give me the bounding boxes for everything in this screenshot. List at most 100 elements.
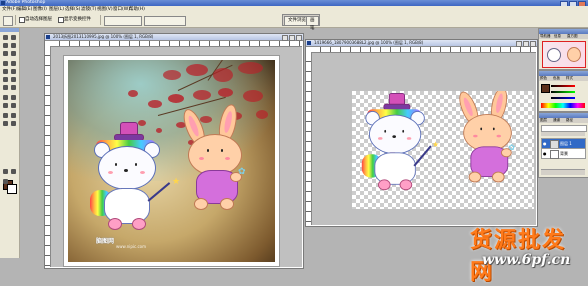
visibility-eye-icon[interactable]: ● [543,141,548,146]
bear-foot [108,218,122,230]
document-1-titlebar[interactable]: 2013拆图2013110995.jpg @ 100% (图层 1, RGB/8… [45,34,303,41]
bunny-eye [207,149,209,152]
notes-tool-icon[interactable] [2,112,9,119]
lock-row [541,132,585,136]
brush-tool-icon[interactable] [10,60,17,67]
navigator-thumbnail[interactable] [542,41,586,68]
color-fg-swatch[interactable] [541,84,550,93]
red-slider[interactable] [551,84,575,88]
menu-view[interactable]: 视图(V) [97,6,113,13]
navigator-panel: 导航器 信息 直方图 [538,28,588,70]
bear-character [88,122,168,232]
document-1-title: 2013拆图2013110995.jpg @ 100% (图层 1, RGB/8… [53,34,154,39]
bunny-cheek [199,157,204,160]
menu-image[interactable]: 图像(I) [33,6,47,13]
blossom [186,64,208,76]
tab-swatches[interactable]: 色板 [553,76,560,81]
type-tool-icon[interactable] [10,94,17,101]
dodge-tool-icon[interactable] [10,84,17,91]
blossom [243,90,263,102]
tab-brushes[interactable]: 画笔 [306,16,319,31]
layer-row[interactable]: ● 背景 [541,148,586,159]
document-window-1[interactable]: 2013拆图2013110995.jpg @ 100% (图层 1, RGB/8… [44,33,304,269]
quick-mask-icon[interactable] [2,168,9,175]
hand-tool-icon[interactable] [2,120,9,127]
bear-eye [135,163,137,166]
toolbox-header [0,28,19,32]
bear-foot [399,179,413,191]
blossom [128,90,138,97]
bear-nose [124,169,128,172]
visibility-eye-icon[interactable]: ● [543,151,548,156]
pen-tool-icon[interactable] [2,102,9,109]
blur-tool-icon[interactable] [2,84,9,91]
gradient-tool-icon[interactable] [10,76,17,83]
tab-histogram[interactable]: 直方图 [567,34,578,39]
tab-color[interactable]: 颜色 [540,76,547,81]
tab-navigator[interactable]: 导航器 [540,34,551,39]
bear-eye [402,129,405,133]
document-window-2[interactable]: 1419666_18079003688L2.jpg @ 100% (图层 1, … [305,39,538,227]
history-brush-icon[interactable] [10,68,17,75]
menu-file[interactable]: 文件(F) [2,6,17,13]
clone-stamp-icon[interactable] [2,68,9,75]
screen-mode-icon[interactable] [2,178,9,185]
align-buttons[interactable] [104,16,142,26]
marquee-tool-icon[interactable] [2,34,9,41]
background-color-swatch[interactable] [7,184,17,194]
move-tool-preset[interactable] [3,16,13,26]
bunny-cheek [225,157,230,160]
bunny-foot [492,171,505,183]
tab-channels[interactable]: 通道 [553,118,560,123]
shape-tool-icon[interactable] [10,102,17,109]
bunny-eye [480,127,483,131]
eraser-tool-icon[interactable] [2,76,9,83]
menu-help[interactable]: 帮助(H) [129,6,145,13]
green-slider[interactable] [551,90,575,94]
blue-slider[interactable] [551,96,575,100]
transparent-canvas[interactable]: ★ ✿ [352,91,534,209]
eyedropper-icon[interactable] [10,112,17,119]
blossom [163,70,181,80]
blossom [218,88,233,97]
menu-filter[interactable]: 滤镜(T) [81,6,96,13]
bear-foot [132,218,146,230]
path-select-icon[interactable] [2,94,9,101]
magic-wand-icon[interactable] [10,42,17,49]
tab-layers[interactable]: 图层 [540,118,547,123]
slice-tool-icon[interactable] [10,50,17,57]
image-watermark: 脑图网 [96,238,115,245]
bunny-ear-inner [186,114,201,138]
bunny-eye [221,149,223,152]
tab-paths[interactable]: 路径 [566,118,573,123]
color-ramp[interactable] [541,103,585,108]
healing-brush-icon[interactable] [2,60,9,67]
zoom-tool-icon[interactable] [10,120,17,127]
star-icon: ★ [432,140,440,149]
show-transform-label: 显示变换控件 [64,17,91,22]
bunny-cheek [496,134,501,138]
menu-select[interactable]: 选择(S) [65,6,80,13]
menu-layer[interactable]: 图层(L) [49,6,64,13]
photoshop-icon [1,1,5,5]
move-tool-icon[interactable] [10,34,17,41]
layers-tabs: 图层 通道 路径 [539,118,588,123]
layer-name: 背景 [560,151,568,156]
bunny-foot [220,198,234,210]
bunny-character: ✿ [455,91,528,186]
star-icon: ★ [172,177,181,187]
tab-info[interactable]: 信息 [554,34,561,39]
document-canvas[interactable]: ★ ✿ 脑图网 www.nipic.com [63,55,280,267]
tab-styles[interactable]: 样式 [566,76,573,81]
distribute-buttons[interactable] [144,16,186,26]
thumbnail-bunny [567,47,581,62]
menu-edit[interactable]: 编辑(E) [17,6,32,13]
divider [15,15,16,25]
document-2-titlebar[interactable]: 1419666_18079003688L2.jpg @ 100% (图层 1, … [306,40,537,47]
standard-mode-icon[interactable] [10,168,17,175]
blend-mode-select[interactable] [541,125,587,132]
crop-tool-icon[interactable] [2,50,9,57]
lasso-tool-icon[interactable] [2,42,9,49]
menu-window[interactable]: 窗口(W) [113,6,130,13]
layers-footer-buttons[interactable] [541,169,585,175]
